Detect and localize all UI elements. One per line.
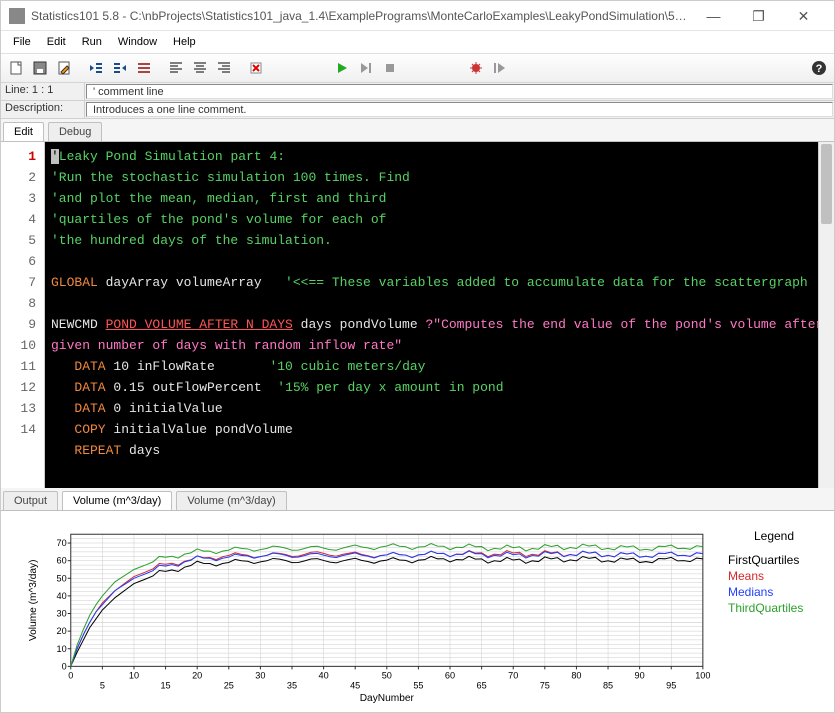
svg-text:30: 30 xyxy=(57,609,67,619)
outdent-icon[interactable] xyxy=(85,57,107,79)
description-bar: Description: Introduces a one line comme… xyxy=(1,101,834,119)
edit-icon[interactable] xyxy=(53,57,75,79)
svg-text:65: 65 xyxy=(477,681,487,691)
menu-help[interactable]: Help xyxy=(167,34,202,50)
description-value: Introduces a one line comment. xyxy=(86,102,833,117)
tab-volume-2[interactable]: Volume (m^3/day) xyxy=(176,491,286,510)
chart-panel: 0 10 20 30 40 50 60 70 0 10 20 30 40 50 60 70 80 90 100 5 15… xyxy=(1,511,834,711)
svg-text:60: 60 xyxy=(445,671,455,681)
svg-text:75: 75 xyxy=(540,681,550,691)
tab-edit[interactable]: Edit xyxy=(3,122,44,141)
tab-debug[interactable]: Debug xyxy=(48,122,102,141)
menu-file[interactable]: File xyxy=(7,34,37,50)
svg-text:90: 90 xyxy=(635,671,645,681)
continue-icon[interactable] xyxy=(489,57,511,79)
svg-text:DayNumber: DayNumber xyxy=(360,693,415,704)
delete-icon[interactable] xyxy=(245,57,267,79)
menu-run[interactable]: Run xyxy=(76,34,108,50)
output-tabs: Output Volume (m^3/day) Volume (m^3/day) xyxy=(1,488,834,511)
svg-text:40: 40 xyxy=(57,591,67,601)
align-center-icon[interactable] xyxy=(189,57,211,79)
code-content[interactable]: 'Leaky Pond Simulation part 4:'Run the s… xyxy=(45,142,834,488)
legend-item: Medians xyxy=(728,585,820,599)
svg-text:50: 50 xyxy=(382,671,392,681)
minimize-button[interactable]: — xyxy=(691,2,736,30)
code-editor[interactable]: 1234567891011121314 'Leaky Pond Simulati… xyxy=(1,142,834,488)
line-value: ' comment line xyxy=(86,84,833,99)
svg-text:20: 20 xyxy=(192,671,202,681)
svg-text:80: 80 xyxy=(571,671,581,681)
svg-text:55: 55 xyxy=(413,681,423,691)
app-icon xyxy=(9,8,25,24)
tab-output[interactable]: Output xyxy=(3,491,58,510)
toolbar: ? xyxy=(1,53,834,83)
editor-scrollbar[interactable] xyxy=(818,142,834,488)
run-step-icon[interactable] xyxy=(355,57,377,79)
svg-text:70: 70 xyxy=(57,538,67,548)
svg-text:70: 70 xyxy=(508,671,518,681)
svg-text:15: 15 xyxy=(160,681,170,691)
align-right-icon[interactable] xyxy=(213,57,235,79)
svg-text:35: 35 xyxy=(287,681,297,691)
svg-text:40: 40 xyxy=(319,671,329,681)
line-label: Line: 1 : 1 xyxy=(1,83,85,100)
chart-svg: 0 10 20 30 40 50 60 70 0 10 20 30 40 50 60 70 80 90 100 5 15… xyxy=(11,519,724,707)
svg-text:?: ? xyxy=(816,63,823,75)
svg-text:5: 5 xyxy=(100,681,105,691)
svg-text:10: 10 xyxy=(129,671,139,681)
svg-text:25: 25 xyxy=(224,681,234,691)
format-icon[interactable] xyxy=(133,57,155,79)
scrollbar-thumb[interactable] xyxy=(821,144,832,224)
svg-text:10: 10 xyxy=(57,644,67,654)
menubar: File Edit Run Window Help xyxy=(1,31,834,53)
menu-edit[interactable]: Edit xyxy=(41,34,72,50)
line-gutter: 1234567891011121314 xyxy=(1,142,45,488)
legend-item: FirstQuartiles xyxy=(728,553,820,567)
new-file-icon[interactable] xyxy=(5,57,27,79)
maximize-button[interactable]: ❐ xyxy=(736,2,781,30)
close-button[interactable]: ✕ xyxy=(781,2,826,30)
svg-text:100: 100 xyxy=(695,671,710,681)
svg-text:20: 20 xyxy=(57,626,67,636)
window-title: Statistics101 5.8 - C:\nbProjects\Statis… xyxy=(31,9,691,23)
svg-text:Volume (m^3/day): Volume (m^3/day) xyxy=(28,560,39,642)
menu-window[interactable]: Window xyxy=(112,34,163,50)
line-info-bar: Line: 1 : 1 ' comment line xyxy=(1,83,834,101)
legend-item: ThirdQuartiles xyxy=(728,601,820,615)
run-icon[interactable] xyxy=(331,57,353,79)
help-icon[interactable]: ? xyxy=(808,57,830,79)
svg-text:0: 0 xyxy=(62,661,67,671)
description-label: Description: xyxy=(1,101,85,118)
svg-text:30: 30 xyxy=(255,671,265,681)
svg-text:60: 60 xyxy=(57,556,67,566)
align-left-icon[interactable] xyxy=(165,57,187,79)
svg-text:95: 95 xyxy=(666,681,676,691)
svg-text:85: 85 xyxy=(603,681,613,691)
titlebar: Statistics101 5.8 - C:\nbProjects\Statis… xyxy=(1,1,834,31)
tab-volume-1[interactable]: Volume (m^3/day) xyxy=(62,491,172,510)
svg-text:0: 0 xyxy=(68,671,73,681)
chart-legend: Legend FirstQuartiles Means Medians ThirdQu… xyxy=(724,519,824,707)
editor-tabs: Edit Debug xyxy=(1,119,834,142)
save-icon[interactable] xyxy=(29,57,51,79)
legend-item: Means xyxy=(728,569,820,583)
svg-text:50: 50 xyxy=(57,573,67,583)
indent-icon[interactable] xyxy=(109,57,131,79)
svg-text:45: 45 xyxy=(350,681,360,691)
legend-title: Legend xyxy=(728,529,820,543)
debug-icon[interactable] xyxy=(465,57,487,79)
stop-icon[interactable] xyxy=(379,57,401,79)
